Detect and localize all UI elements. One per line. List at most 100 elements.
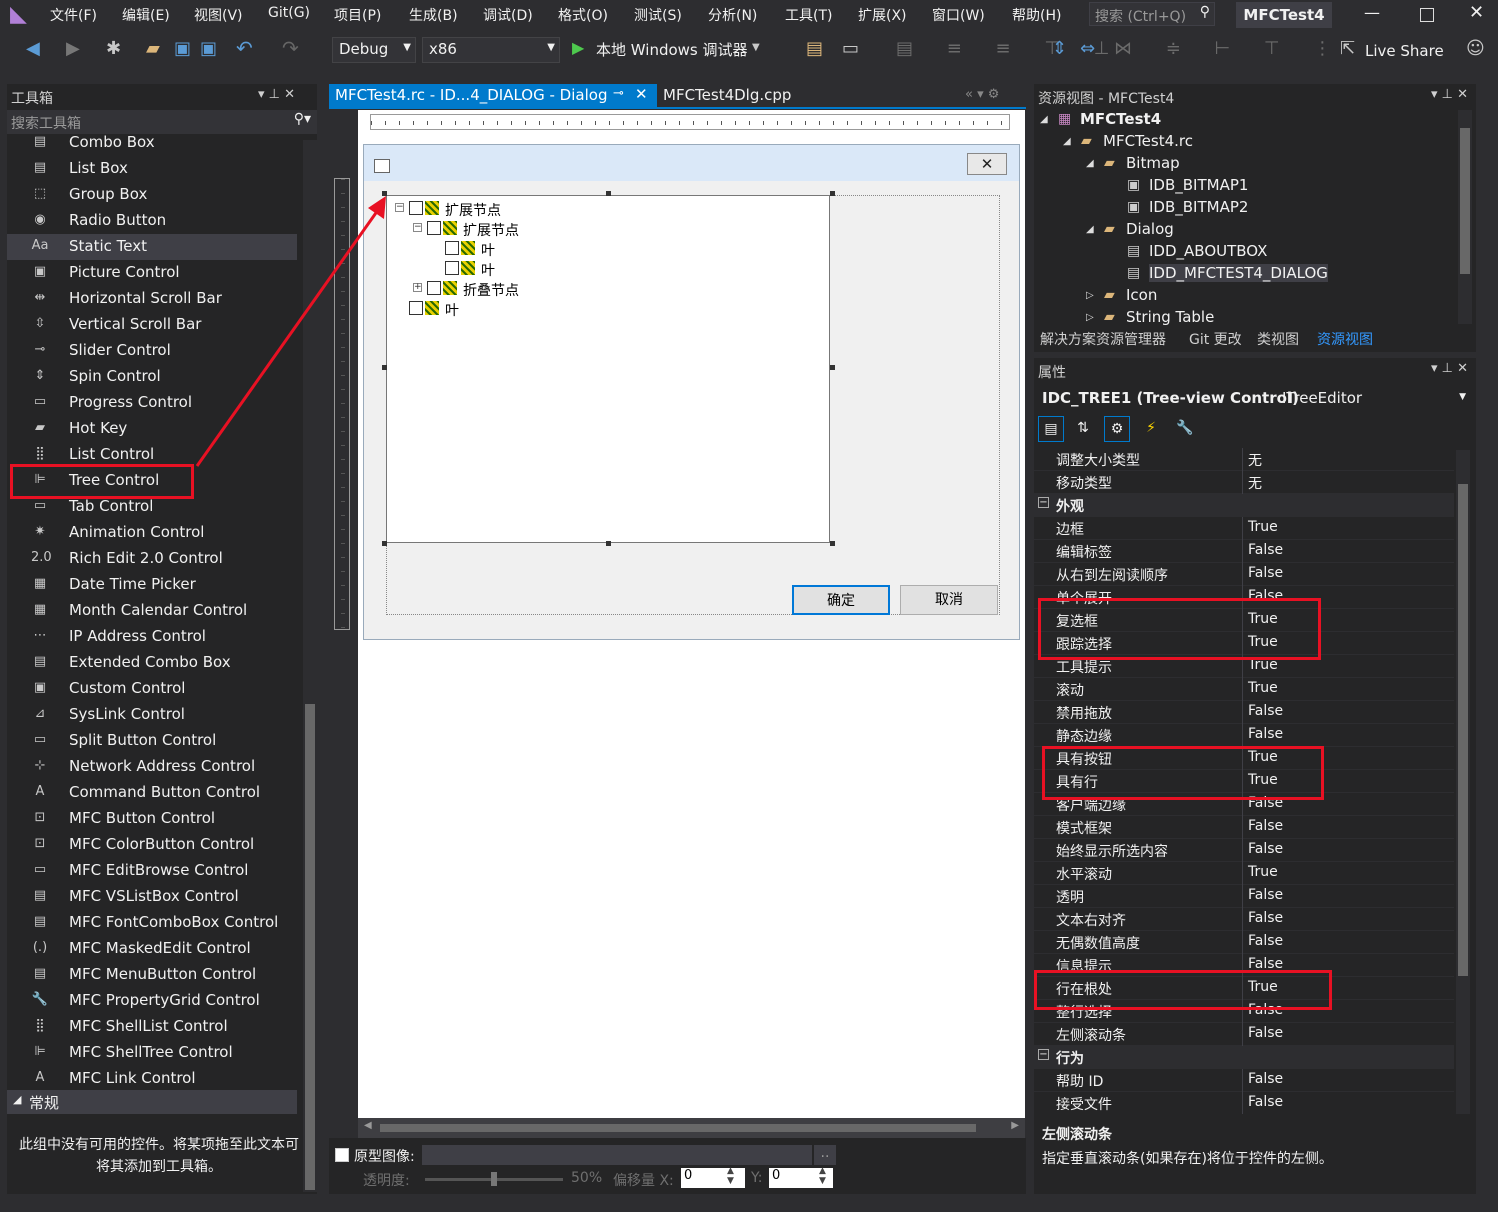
redo-icon[interactable]: ↷ <box>282 36 299 60</box>
resize-handle[interactable] <box>382 191 387 196</box>
undo-icon[interactable]: ↶ <box>236 36 253 60</box>
pin-icon[interactable]: ▾ ⊥ ✕ <box>1431 361 1468 376</box>
tree-checkbox[interactable] <box>445 261 459 275</box>
minimize-icon[interactable]: — <box>1364 3 1380 22</box>
categorized-icon[interactable]: ▤ <box>1038 416 1064 442</box>
prop-value[interactable]: False <box>1248 818 1283 834</box>
config-select[interactable]: Debug ▼ <box>332 37 416 63</box>
run-label[interactable]: 本地 Windows 调试器 <box>596 39 748 60</box>
proto-checkbox[interactable] <box>335 1148 349 1162</box>
prop-value[interactable]: False <box>1248 726 1283 742</box>
collapse-icon[interactable]: − <box>395 203 404 212</box>
expand-icon[interactable]: + <box>413 283 422 292</box>
menu-item[interactable]: 调试(D) <box>483 5 533 25</box>
collapse-icon[interactable]: ◢ <box>1086 158 1094 169</box>
menu-item[interactable]: 帮助(H) <box>1012 5 1061 25</box>
test-dialog-icon[interactable]: ▭ <box>842 38 859 59</box>
menu-item[interactable]: 视图(V) <box>194 5 243 25</box>
tab-cpp[interactable]: MFCTest4Dlg.cpp <box>657 84 827 108</box>
toolbox-item[interactable]: ⬚ Group Box <box>7 182 297 208</box>
menu-item[interactable]: 窗口(W) <box>932 5 985 25</box>
toolbox-item[interactable]: ▤ Extended Combo Box <box>7 650 297 676</box>
center-horizontal-icon[interactable]: ⇔ <box>1080 38 1095 59</box>
toolbox-item[interactable]: ▤ MFC MenuButton Control <box>7 962 297 988</box>
collapse-icon[interactable]: − <box>1038 497 1049 508</box>
prop-value[interactable]: False <box>1248 1094 1283 1110</box>
menu-item[interactable]: 工具(T) <box>785 5 832 25</box>
prop-value[interactable]: False <box>1248 1071 1283 1087</box>
tab-overflow-icon[interactable]: « ▾ ⚙ <box>965 87 999 102</box>
menu-item[interactable]: 分析(N) <box>708 5 757 25</box>
resource-item[interactable]: IDB_BITMAP2 <box>1149 198 1248 216</box>
save-icon[interactable]: ▣ <box>174 38 191 59</box>
props-row[interactable]: 水平滚动 True <box>1034 862 1454 885</box>
new-project-icon[interactable]: ✱ <box>106 38 121 59</box>
props-row[interactable]: 从右到左阅读顺序 False <box>1034 563 1454 586</box>
props-row[interactable]: 帮助 ID False <box>1034 1069 1454 1092</box>
tree-node-label[interactable]: 叶 <box>481 260 495 280</box>
toolbox-scroll-thumb[interactable] <box>305 704 315 1190</box>
prop-value[interactable]: False <box>1248 703 1283 719</box>
ok-button[interactable]: 确定 <box>792 585 890 615</box>
collapse-icon[interactable]: ◢ <box>1063 136 1071 147</box>
collapse-icon[interactable]: − <box>1038 1049 1049 1060</box>
resource-item[interactable]: MFCTest4.rc <box>1103 132 1193 150</box>
toolbox-item[interactable]: ▭ Split Button Control <box>7 728 297 754</box>
resource-item[interactable]: Bitmap <box>1126 154 1180 172</box>
props-row[interactable]: 始终显示所选内容 False <box>1034 839 1454 862</box>
props-row[interactable]: 透明 False <box>1034 885 1454 908</box>
toolbox-item[interactable]: A MFC Link Control <box>7 1066 297 1092</box>
toolbox-item[interactable]: ▤ Combo Box <box>7 134 297 156</box>
menu-item[interactable]: 生成(B) <box>409 5 458 25</box>
toolbox-item[interactable]: ▰ Hot Key <box>7 416 297 442</box>
back-icon[interactable]: ◀ <box>26 38 40 59</box>
toolbox-item[interactable]: ▦ Month Calendar Control <box>7 598 297 624</box>
resource-item[interactable]: String Table <box>1126 308 1214 326</box>
menu-item[interactable]: Git(G) <box>268 5 310 21</box>
toolbox-item[interactable]: ⊡ MFC Button Control <box>7 806 297 832</box>
close-icon[interactable]: ✕ <box>635 85 648 103</box>
props-category[interactable]: − 行为 <box>1034 1046 1454 1069</box>
props-row[interactable]: 接受文件 False <box>1034 1092 1454 1114</box>
props-row[interactable]: 禁用拖放 False <box>1034 701 1454 724</box>
props-row[interactable]: 静态边缘 False <box>1034 724 1454 747</box>
tree-node-label[interactable]: 折叠节点 <box>463 280 519 300</box>
offset-x-input[interactable]: 0 <box>681 1168 745 1188</box>
toolbox-item[interactable]: ▤ MFC VSListBox Control <box>7 884 297 910</box>
prop-value[interactable]: False <box>1248 933 1283 949</box>
dialog-close-icon[interactable]: ✕ <box>967 153 1007 175</box>
resize-handle[interactable] <box>830 541 835 546</box>
resource-item[interactable]: IDD_ABOUTBOX <box>1149 242 1267 260</box>
tree-checkbox[interactable] <box>445 241 459 255</box>
toolbox-item[interactable]: A Command Button Control <box>7 780 297 806</box>
find-icon[interactable]: ▤ <box>806 38 823 59</box>
props-category[interactable]: − 外观 <box>1034 494 1454 517</box>
expand-icon[interactable]: ▷ <box>1086 312 1094 323</box>
props-row[interactable]: 文本右对齐 False <box>1034 908 1454 931</box>
resize-handle[interactable] <box>830 191 835 196</box>
run-icon[interactable]: ▶ <box>572 38 584 57</box>
prop-value[interactable]: False <box>1248 887 1283 903</box>
toolbox-item[interactable]: ⇳ Vertical Scroll Bar <box>7 312 297 338</box>
scroll-left-icon[interactable]: ◀ <box>364 1120 372 1131</box>
chevron-down-icon[interactable]: ▼ <box>752 42 760 53</box>
pin-icon[interactable]: ⊸ <box>613 86 624 101</box>
spacing-tools-icon[interactable]: ⋈ ≑ ⊢ ⊤ ⋮ <box>1114 38 1345 59</box>
forward-icon[interactable]: ▶ <box>66 38 80 59</box>
prop-value[interactable]: False <box>1248 910 1283 926</box>
collapse-icon[interactable]: − <box>413 223 422 232</box>
pin-icon[interactable]: ▾ ⊥ ✕ <box>258 87 295 102</box>
toolbox-item[interactable]: (.) MFC MaskedEdit Control <box>7 936 297 962</box>
prop-value[interactable]: True <box>1248 864 1278 880</box>
tree-checkbox[interactable] <box>427 221 441 235</box>
editor-hscroll[interactable]: ◀ ▶ <box>358 1118 1025 1138</box>
tree-control[interactable]: − 扩展节点 − 扩展节点叶叶 + 折叠节点叶 <box>386 195 830 543</box>
props-row[interactable]: 编辑标签 False <box>1034 540 1454 563</box>
collapse-icon[interactable]: ◢ <box>1086 224 1094 235</box>
prop-value[interactable]: False <box>1248 841 1283 857</box>
props-row[interactable]: 边框 True <box>1034 517 1454 540</box>
toolbox-item[interactable]: 2.0 Rich Edit 2.0 Control <box>7 546 297 572</box>
wrench-icon[interactable]: 🔧 <box>1172 416 1198 442</box>
toolbox-item[interactable]: ▤ List Box <box>7 156 297 182</box>
toolbox-item[interactable]: ✷ Animation Control <box>7 520 297 546</box>
